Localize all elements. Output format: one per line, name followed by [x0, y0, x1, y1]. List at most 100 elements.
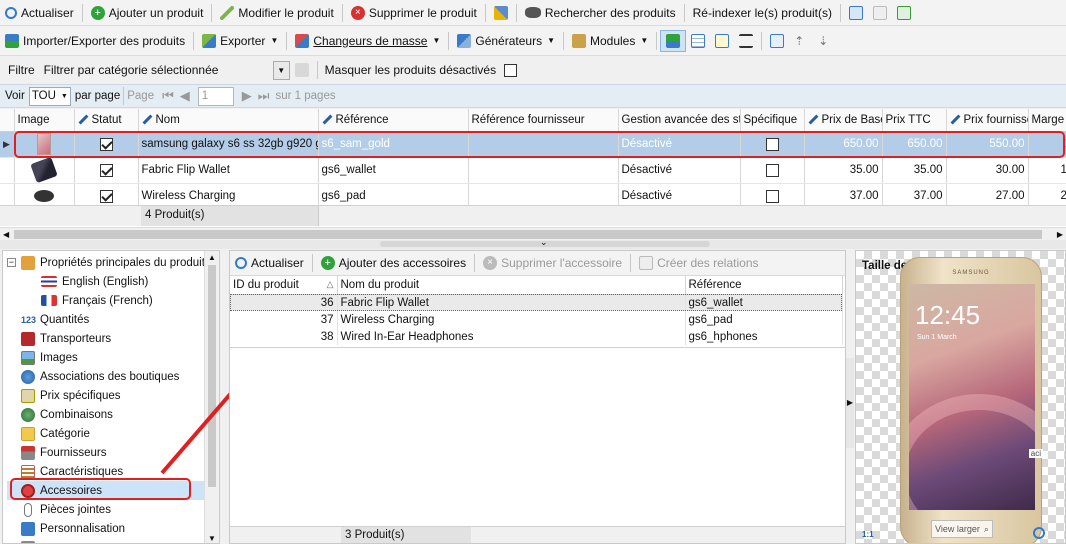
tree-item-suppliers[interactable]: Fournisseurs: [7, 443, 219, 462]
supplier-price-cell[interactable]: 550.00: [946, 131, 1029, 158]
first-page-icon[interactable]: ⏮: [162, 88, 174, 104]
view-larger-button[interactable]: View larger ⌕: [931, 520, 993, 538]
status-checkbox[interactable]: [99, 163, 113, 177]
table-row[interactable]: 38 Wired In-Ear Headphones gs6_hphones: [230, 328, 843, 345]
reindex-button[interactable]: Ré-indexer le(s) produit(s): [688, 0, 837, 25]
rotate-button[interactable]: [1033, 527, 1045, 539]
table-row[interactable]: Fabric Flip Wallet gs6_wallet Désactivé …: [0, 157, 1066, 184]
margin-cell[interactable]: 14.: [1028, 157, 1066, 184]
base-price-cell[interactable]: 650.00: [804, 131, 883, 158]
tree-item-carriers[interactable]: Transporteurs: [7, 329, 219, 348]
supplier-reference-cell[interactable]: [468, 131, 619, 158]
sync-button[interactable]: [660, 29, 687, 52]
tree-item-quantities[interactable]: 123 Quantités: [7, 310, 219, 329]
clean-button[interactable]: [489, 0, 513, 25]
column-header-supplier-price[interactable]: Prix fournisse: [946, 109, 1029, 132]
horizontal-scrollbar[interactable]: ◀ ▶: [0, 227, 1066, 240]
price-ttc-cell[interactable]: 35.00: [882, 157, 947, 184]
tree-item-customization[interactable]: Personnalisation: [7, 519, 219, 538]
add-accessories-button[interactable]: + Ajouter des accessoires: [316, 251, 471, 275]
reference-cell[interactable]: gs6_wallet: [318, 157, 469, 184]
tree-item-attachments[interactable]: Pièces jointes: [7, 500, 219, 519]
column-header-specific[interactable]: Spécifique: [740, 109, 805, 132]
chevron-down-icon[interactable]: ⌄: [540, 237, 548, 248]
create-relations-button[interactable]: Créer des relations: [634, 251, 763, 275]
column-header-margin[interactable]: Marge: [1028, 109, 1066, 132]
status-checkbox[interactable]: [99, 189, 113, 203]
next-page-icon[interactable]: ▶: [242, 88, 252, 104]
specific-checkbox[interactable]: [765, 163, 779, 177]
search-products-button[interactable]: Rechercher des produits: [520, 0, 681, 25]
per-page-select[interactable]: TOU ▼: [28, 86, 71, 106]
export-sheet-button[interactable]: [892, 0, 916, 25]
prev-page-icon[interactable]: ◀: [180, 88, 190, 104]
collapse-icon[interactable]: −: [7, 258, 16, 267]
filter-dropdown-button[interactable]: ▼: [272, 60, 290, 80]
category-filter-select[interactable]: Filtrer par catégorie sélectionnée: [43, 60, 273, 80]
refresh-button[interactable]: Actualiser: [0, 0, 79, 25]
table-row-selected[interactable]: ▶ samsung galaxy s6 ss 32gb g920 gold s6…: [0, 131, 1066, 158]
splitter-handle[interactable]: ⌄: [0, 237, 1066, 249]
column-header-status[interactable]: Statut: [74, 109, 139, 132]
bulk-changers-dropdown[interactable]: Changeurs de masse ▼: [290, 26, 445, 55]
base-price-cell[interactable]: 35.00: [804, 157, 883, 184]
side-panel-toggle[interactable]: ▶: [846, 358, 854, 448]
scroll-down-icon[interactable]: ▼: [208, 534, 216, 543]
tree-scroll-thumb[interactable]: [208, 265, 216, 487]
copy-button[interactable]: [844, 0, 868, 25]
sort-down-button[interactable]: ⇣: [813, 26, 837, 55]
table-row[interactable]: 37 Wireless Charging gs6_pad: [230, 311, 843, 328]
delete-accessory-button[interactable]: × Supprimer l'accessoire: [478, 251, 627, 275]
column-header-supplier-reference[interactable]: Référence fournisseur: [468, 109, 619, 132]
add-product-button[interactable]: + Ajouter un produit: [86, 0, 209, 25]
specific-checkbox[interactable]: [765, 189, 779, 203]
reference-cell[interactable]: s6_sam_gold: [318, 131, 469, 158]
sort-up-button[interactable]: ⇡: [789, 26, 813, 55]
stock-management-cell[interactable]: Désactivé: [618, 131, 741, 158]
column-header-price-ttc[interactable]: Prix TTC: [882, 109, 947, 132]
stock-management-cell[interactable]: Désactivé: [618, 157, 741, 184]
tree-item-shop-associations[interactable]: Associations des boutiques: [7, 367, 219, 386]
tree-item-specific-prices[interactable]: Prix spécifiques: [7, 386, 219, 405]
tree-item-combinations[interactable]: Combinaisons: [7, 405, 219, 424]
actual-size-button[interactable]: 1:1: [862, 530, 874, 539]
specific-checkbox[interactable]: [765, 137, 779, 151]
accessories-refresh-button[interactable]: Actualiser: [230, 251, 309, 275]
price-ttc-cell[interactable]: 650.00: [882, 131, 947, 158]
table-view-button[interactable]: [686, 26, 710, 55]
column-header-product-id[interactable]: ID du produit △: [230, 276, 338, 295]
last-page-icon[interactable]: ⏭: [258, 88, 270, 104]
export-dropdown[interactable]: Exporter ▼: [197, 26, 283, 55]
column-header-product-reference[interactable]: Référence: [685, 276, 843, 295]
fit-button[interactable]: [734, 26, 758, 55]
import-export-button[interactable]: Importer/Exporter des produits: [0, 26, 190, 55]
column-header-base-price[interactable]: Prix de Base: [804, 109, 883, 132]
tree-item-main-properties[interactable]: − Propriétés principales du produit: [7, 253, 219, 272]
tree-item-more[interactable]: [7, 538, 219, 543]
specific-cell[interactable]: [740, 157, 805, 184]
column-header-image[interactable]: Image: [14, 109, 75, 132]
scroll-thumb[interactable]: [14, 230, 1042, 239]
paste-button[interactable]: [868, 0, 892, 25]
supplier-reference-cell[interactable]: [468, 157, 619, 184]
scroll-up-icon[interactable]: ▲: [205, 253, 219, 262]
modules-dropdown[interactable]: Modules ▼: [567, 26, 653, 55]
tree-item-french[interactable]: Français (French): [7, 291, 219, 310]
table-row[interactable]: 36 Fabric Flip Wallet gs6_wallet: [230, 294, 843, 311]
tree-scrollbar[interactable]: ▲ ▼: [204, 251, 219, 543]
tree-item-images[interactable]: Images: [7, 348, 219, 367]
clear-filter-button[interactable]: [290, 60, 314, 80]
tree-item-accessories[interactable]: Accessoires: [7, 481, 217, 500]
name-cell[interactable]: samsung galaxy s6 ss 32gb g920 gold: [138, 131, 319, 158]
supplier-price-cell[interactable]: 30.00: [946, 157, 1029, 184]
column-header-stock-management[interactable]: Gestion avancée des sto: [618, 109, 741, 132]
margin-cell[interactable]: 15: [1028, 131, 1066, 158]
tree-item-category[interactable]: Catégorie: [7, 424, 219, 443]
status-cell[interactable]: [74, 157, 139, 184]
column-header-product-name[interactable]: Nom du produit: [337, 276, 686, 295]
page-input[interactable]: 1: [197, 86, 234, 106]
tree-item-features[interactable]: Caractéristiques: [7, 462, 219, 481]
edit-product-button[interactable]: Modifier le produit: [215, 0, 338, 25]
expand-button[interactable]: [710, 26, 734, 55]
hide-disabled-checkbox[interactable]: [504, 63, 518, 77]
